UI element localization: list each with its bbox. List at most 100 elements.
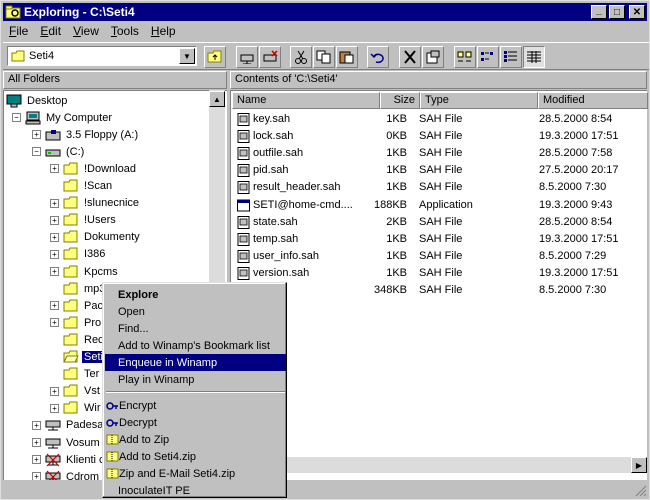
tree-item[interactable]: + Vosum — [32, 434, 102, 451]
paste-button[interactable] — [336, 46, 358, 68]
file-row[interactable]: pid.sah 1KB SAH File 27.5.2000 20:17 — [233, 162, 646, 179]
file-row[interactable]: state.sah 2KB SAH File 28.5.2000 8:54 — [233, 214, 646, 231]
map-drive-button[interactable] — [236, 46, 258, 68]
tree-item[interactable]: + Kpcms — [50, 263, 120, 280]
menu-help[interactable]: Help — [145, 24, 182, 38]
tree-item-label: !slunecnice — [84, 197, 140, 210]
list-horizontal-scrollbar[interactable]: ▶ — [230, 457, 647, 473]
file-row[interactable]: nit.sah348KBSAH File8.5.2000 7:30 — [233, 282, 646, 299]
expand-icon[interactable]: + — [50, 318, 59, 328]
large-icons-button[interactable] — [454, 46, 476, 68]
tree-item[interactable]: Desktop — [6, 92, 69, 109]
context-menu-item[interactable]: InoculateIT PE — [105, 482, 286, 499]
context-menu-item[interactable]: Open — [105, 303, 286, 320]
file-list[interactable]: Name Size Type Modified key.sah 1KB SAH Fi… — [230, 90, 648, 480]
small-icons-button[interactable] — [477, 46, 499, 68]
context-menu-item[interactable]: Decrypt — [105, 414, 286, 431]
expand-icon[interactable]: + — [50, 215, 59, 225]
context-menu-item[interactable]: Find... — [105, 320, 286, 337]
up-folder-button[interactable] — [204, 46, 226, 68]
context-menu-item-label: Decrypt — [119, 416, 157, 429]
tree-item[interactable]: + !Users — [50, 212, 118, 229]
address-combo[interactable]: Seti4 ▼ — [7, 46, 197, 66]
tree-item[interactable]: + I386 — [50, 246, 107, 263]
copy-button[interactable] — [313, 46, 335, 68]
expand-icon[interactable]: + — [32, 420, 41, 430]
context-menu-item[interactable]: Add to Zip — [105, 431, 286, 448]
scroll-up-icon[interactable]: ▲ — [209, 91, 225, 107]
details-view-button[interactable] — [523, 46, 545, 68]
context-menu-item[interactable]: Enqueue in Winamp — [105, 354, 286, 371]
tree-item[interactable]: Rec — [50, 331, 106, 348]
tree-item[interactable]: − My Computer — [12, 109, 114, 126]
file-row[interactable]: result_header.sah 1KB SAH File 8.5.2000 7:3… — [233, 179, 646, 196]
file-row[interactable]: lock.sah 0KB SAH File 19.3.2000 17:51 — [233, 128, 646, 145]
tree-item[interactable]: + Klienti c — [32, 451, 107, 468]
expand-icon[interactable]: + — [32, 130, 41, 140]
menu-tools[interactable]: Tools — [105, 24, 145, 38]
expand-icon[interactable]: + — [50, 198, 59, 208]
file-row[interactable]: outfile.sah 1KB SAH File 28.5.2000 7:58 — [233, 145, 646, 162]
minimize-button[interactable]: _ — [591, 5, 607, 19]
column-size[interactable]: Size — [380, 92, 420, 109]
expand-icon[interactable]: + — [50, 267, 59, 276]
collapse-icon[interactable]: − — [32, 147, 41, 157]
title-bar[interactable]: Exploring - C:\Seti4 _ □ ✕ — [3, 3, 647, 21]
context-menu-item[interactable]: Play in Winamp — [105, 371, 286, 388]
collapse-icon[interactable]: − — [12, 113, 21, 123]
menu-edit[interactable]: Edit — [34, 24, 67, 38]
cut-button[interactable] — [290, 46, 312, 68]
expand-icon[interactable]: + — [32, 438, 41, 447]
tree-item[interactable]: Seti — [50, 349, 105, 366]
list-view-button[interactable] — [500, 46, 522, 68]
tree-item[interactable]: + Dokumenty — [50, 229, 142, 246]
tree-item[interactable]: + Pro — [50, 314, 103, 331]
menu-file[interactable]: File — [3, 24, 34, 38]
tree-item[interactable]: Ter — [50, 366, 101, 383]
maximize-button[interactable]: □ — [609, 5, 625, 19]
tree-item[interactable]: !Scan — [50, 178, 114, 195]
expand-icon[interactable]: + — [50, 249, 59, 259]
tree-item[interactable]: +3.5 Floppy (A:) — [32, 126, 140, 143]
expand-icon[interactable]: + — [32, 455, 41, 465]
column-type[interactable]: Type — [420, 92, 538, 109]
tree-item[interactable]: + !slunecnice — [50, 195, 141, 212]
expand-icon[interactable]: + — [50, 403, 59, 413]
menu-view[interactable]: View — [67, 24, 105, 38]
expand-icon[interactable]: + — [50, 232, 59, 242]
tree-item[interactable]: mp3 — [50, 280, 107, 297]
expand-icon[interactable]: + — [50, 164, 59, 174]
file-row[interactable]: user_info.sah 1KB SAH File 8.5.2000 7:29 — [233, 248, 646, 265]
context-menu-item[interactable]: Explore — [105, 286, 286, 303]
tree-item[interactable]: − (C:) — [32, 143, 86, 160]
resize-grip-icon[interactable] — [635, 485, 647, 497]
context-menu-item-label: Encrypt — [119, 399, 157, 412]
tree-item[interactable]: + Vst — [50, 383, 102, 400]
tree-item[interactable]: + Wir — [50, 400, 103, 417]
file-row[interactable]: temp.sah 1KB SAH File 19.3.2000 17:51 — [233, 231, 646, 248]
tree-item[interactable]: + Pac — [50, 297, 105, 314]
context-menu-item[interactable]: Zip and E-Mail Seti4.zip — [105, 465, 286, 482]
expand-icon[interactable]: + — [50, 386, 59, 396]
file-row[interactable]: version.sah 1KB SAH File 19.3.2000 17:51 — [233, 265, 646, 282]
column-name[interactable]: Name — [232, 92, 380, 109]
disconnect-drive-button[interactable] — [259, 46, 281, 68]
file-row[interactable]: key.sah 1KB SAH File 28.5.2000 8:54 — [233, 111, 646, 128]
network-drive-icon — [45, 418, 61, 432]
tree-item[interactable]: + Cdrom c — [32, 468, 110, 480]
properties-button[interactable] — [422, 46, 444, 68]
expand-icon[interactable]: + — [50, 301, 59, 311]
chevron-down-icon[interactable]: ▼ — [179, 48, 195, 64]
close-button[interactable]: ✕ — [629, 5, 645, 19]
undo-button[interactable] — [367, 46, 389, 68]
expand-icon[interactable]: + — [32, 472, 41, 480]
context-menu-item[interactable]: Encrypt — [105, 397, 286, 414]
tree-item[interactable]: + !Download — [50, 160, 138, 177]
tree-item[interactable]: + Padesa — [32, 417, 105, 434]
context-menu-item[interactable]: Add to Seti4.zip — [105, 448, 286, 465]
column-modified[interactable]: Modified — [538, 92, 648, 109]
context-menu-item[interactable]: Add to Winamp's Bookmark list — [105, 337, 286, 354]
delete-button[interactable] — [399, 46, 421, 68]
scroll-right-icon[interactable]: ▶ — [631, 457, 647, 473]
file-row[interactable]: SETI@home-cmd.... 188KB Application 19.3.20… — [233, 197, 646, 214]
